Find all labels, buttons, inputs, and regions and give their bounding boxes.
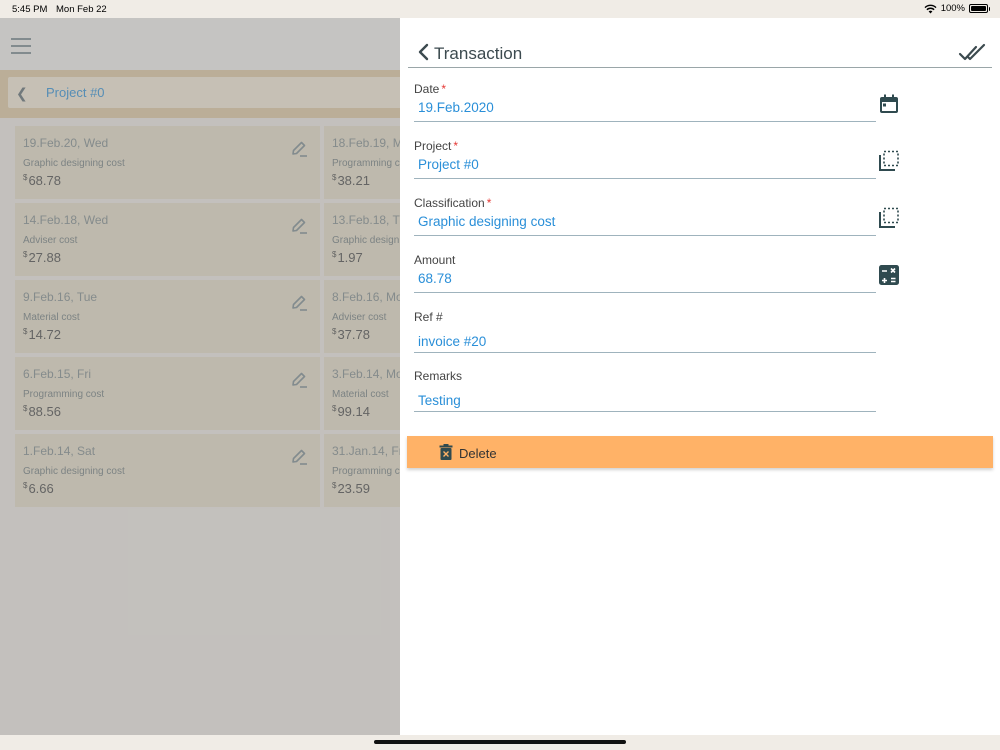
select-icon[interactable]: [878, 150, 900, 172]
ref-field[interactable]: Ref # invoice #20: [414, 310, 876, 353]
project-underline: [414, 178, 876, 179]
remarks-value[interactable]: Testing: [418, 393, 461, 408]
transaction-drawer: Transaction Date * 19.Feb.2020 Project * P…: [400, 18, 1000, 735]
ref-label: Ref #: [414, 310, 443, 324]
battery-icon: [969, 4, 990, 13]
delete-label: Delete: [459, 446, 497, 461]
amount-label: Amount: [414, 253, 456, 267]
remarks-label: Remarks: [414, 369, 463, 383]
date-field[interactable]: Date * 19.Feb.2020: [414, 82, 898, 122]
calculator-icon[interactable]: [878, 264, 900, 286]
classification-field[interactable]: Classification * Graphic designing cost: [414, 196, 899, 236]
amount-underline: [414, 292, 876, 293]
status-right: 100%: [924, 3, 990, 14]
remarks-field[interactable]: Remarks Testing: [414, 369, 876, 412]
wifi-icon: [924, 4, 937, 13]
status-bar: 5:45 PM Mon Feb 22 100%: [0, 0, 1000, 18]
classification-value[interactable]: Graphic designing cost: [418, 214, 555, 229]
home-indicator[interactable]: [374, 740, 626, 744]
ref-underline: [414, 352, 876, 353]
status-date: Mon Feb 22: [56, 4, 107, 15]
select-icon[interactable]: [878, 207, 900, 229]
project-field[interactable]: Project * Project #0: [414, 139, 899, 179]
drawer-header: Transaction: [408, 40, 992, 68]
double-check-icon[interactable]: [958, 42, 986, 64]
classification-underline: [414, 235, 876, 236]
amount-field[interactable]: Amount 68.78: [414, 253, 899, 293]
remarks-underline: [414, 411, 876, 412]
battery-percent: 100%: [940, 3, 965, 14]
drawer-title: Transaction: [434, 44, 523, 63]
ref-value[interactable]: invoice #20: [418, 334, 486, 349]
trash-icon: [439, 444, 453, 460]
delete-button[interactable]: Delete: [407, 436, 993, 468]
date-value[interactable]: 19.Feb.2020: [418, 100, 494, 115]
amount-value[interactable]: 68.78: [418, 271, 452, 286]
date-underline: [414, 121, 876, 122]
overlay-scrim[interactable]: [0, 18, 400, 735]
date-label: Date *: [414, 82, 447, 96]
status-time: 5:45 PM: [12, 4, 48, 15]
project-value[interactable]: Project #0: [418, 157, 479, 172]
project-label: Project *: [414, 139, 459, 153]
classification-label: Classification *: [414, 196, 492, 210]
back-icon[interactable]: [416, 42, 432, 62]
calendar-icon[interactable]: [878, 93, 900, 115]
